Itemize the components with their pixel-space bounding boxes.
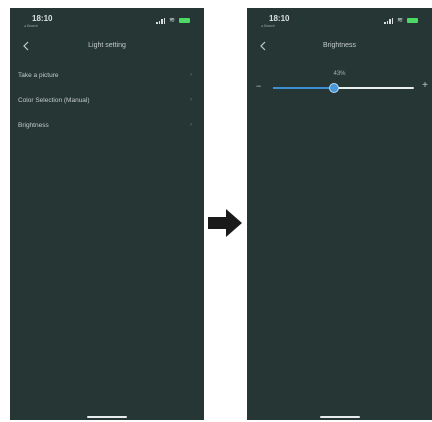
signal-icon (384, 17, 394, 24)
brightness-screen: 18:10 Search ≋ Brightness 43% − + (247, 8, 432, 420)
brightness-value-label: 43% (333, 71, 346, 77)
menu-item-label: Take a picture (18, 72, 59, 79)
status-bar: 18:10 Search ≋ (247, 8, 432, 34)
increase-button[interactable]: + (422, 81, 428, 91)
status-back-app[interactable]: Search (24, 24, 38, 28)
status-time: 18:10 (269, 14, 290, 23)
nav-bar: Brightness (247, 38, 432, 56)
battery-icon (179, 18, 190, 23)
nav-bar: Light setting (10, 38, 204, 56)
decrease-button[interactable]: − (256, 82, 261, 91)
menu-item-label: Color Selection (Manual) (18, 97, 90, 104)
page-title: Brightness (322, 42, 357, 49)
wifi-icon: ≋ (169, 17, 175, 24)
battery-icon (407, 18, 418, 23)
chevron-right-icon: › (190, 97, 192, 103)
menu-item-take-picture[interactable]: Take a picture › (10, 63, 204, 88)
light-setting-screen: 18:10 Search ≋ Light setting Take a pict… (10, 8, 204, 420)
chevron-right-icon: › (190, 72, 192, 78)
slider-thumb[interactable] (328, 83, 339, 93)
wifi-icon: ≋ (397, 17, 403, 24)
home-indicator[interactable] (319, 416, 360, 418)
status-icons: ≋ (156, 17, 190, 24)
status-time: 18:10 (32, 14, 53, 23)
signal-icon (156, 17, 166, 24)
home-indicator[interactable] (87, 416, 127, 418)
brightness-slider: − + (247, 78, 432, 98)
status-icons: ≋ (384, 17, 418, 24)
slider-fill (273, 87, 334, 89)
menu-item-label: Brightness (18, 122, 49, 129)
arrow-right-icon (208, 209, 242, 237)
status-back-app[interactable]: Search (261, 24, 275, 28)
settings-menu: Take a picture › Color Selection (Manual… (10, 63, 204, 138)
menu-item-color-selection[interactable]: Color Selection (Manual) › (10, 88, 204, 113)
menu-item-brightness[interactable]: Brightness › (10, 113, 204, 138)
page-title: Light setting (88, 42, 126, 49)
chevron-right-icon: › (190, 122, 192, 128)
status-bar: 18:10 Search ≋ (10, 8, 204, 34)
slider-track[interactable] (273, 83, 414, 93)
